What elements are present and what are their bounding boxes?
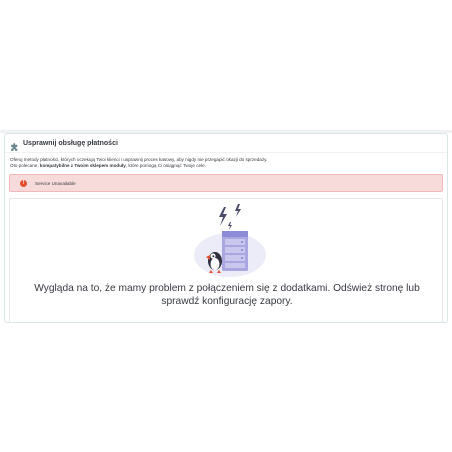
panel-header: Usprawnij obsługę płatności [5,134,447,153]
alert-text: Service Unavailable [35,180,76,186]
error-icon: ! [20,179,27,187]
module-description: Oferuj metody płatności, których oczekuj… [5,153,447,169]
service-unavailable-alert: ! Service Unavailable [9,174,443,192]
addons-content-card: Wygląda na to, że mamy problem z połącze… [9,198,443,322]
description-line-2: Oto polecane, kompatybilne z Twoim sklep… [10,163,206,168]
payment-modules-panel: Usprawnij obsługę płatności Oferuj metod… [4,133,448,323]
description-bold-text: kompatybilne z Twoim sklepem moduły [39,163,126,168]
puzzle-icon [10,139,19,151]
server-lightning-illustration [186,203,270,281]
connection-error-message: Wygląda na to, że mamy problem z połącze… [34,283,420,307]
panel-title: Usprawnij obsługę płatności [23,139,118,147]
